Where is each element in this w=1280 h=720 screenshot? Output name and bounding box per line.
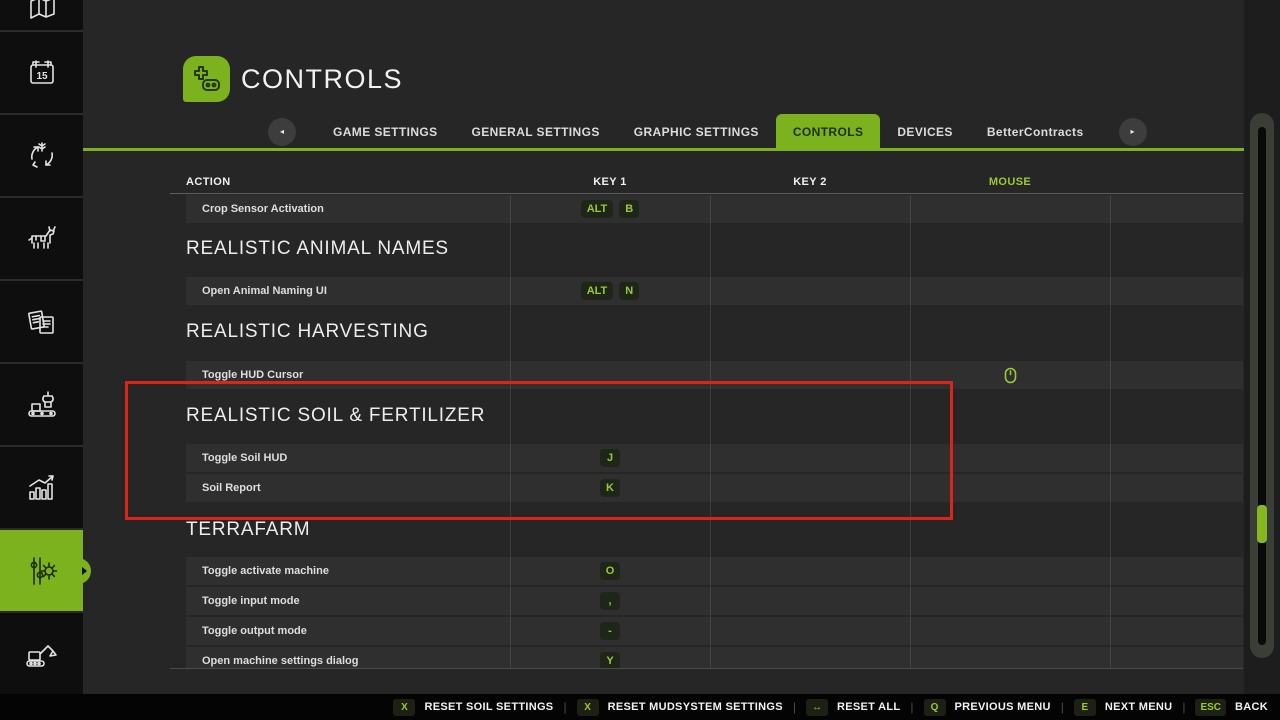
key-badge-x: X <box>577 699 599 716</box>
table-header: ACTION KEY 1 KEY 2 MOUSE <box>186 172 1243 192</box>
settings-icon <box>24 553 60 589</box>
tab-bettercontracts[interactable]: BetterContracts <box>970 114 1101 149</box>
column-header-key1: KEY 1 <box>510 176 710 188</box>
key-badge: - <box>600 622 620 640</box>
action-label: Toggle input mode <box>202 595 300 607</box>
reset-mudsystem-settings-button[interactable]: X RESET MUDSYSTEM SETTINGS <box>577 699 783 716</box>
table-row-crop-sensor-activation[interactable]: Crop Sensor Activation ALT B <box>186 195 1243 223</box>
production-icon <box>25 388 59 422</box>
column-header-mouse: MOUSE <box>910 176 1110 188</box>
sidebar-item-settings[interactable] <box>0 530 83 613</box>
action-label: Open Animal Naming UI <box>202 285 327 297</box>
sidebar-item-contracts[interactable] <box>0 281 83 364</box>
excavator-icon <box>24 637 60 671</box>
column-header-key2: KEY 2 <box>710 176 910 188</box>
chevron-right-icon: ▸ <box>1131 127 1135 136</box>
action-label: Toggle activate machine <box>202 565 329 577</box>
sidebar-item-calendar[interactable]: 15 <box>0 32 83 115</box>
crop-rotation-icon <box>25 139 59 173</box>
mouse-icon <box>1004 367 1017 384</box>
table-row-toggle-output-mode[interactable]: Toggle output mode - <box>186 617 1243 645</box>
key-badge: N <box>619 282 639 300</box>
tabs-next-button[interactable]: ▸ <box>1119 118 1147 146</box>
bottom-shortcut-bar: X RESET SOIL SETTINGS | X RESET MUDSYSTE… <box>0 694 1280 720</box>
scrollbar[interactable] <box>1250 113 1274 658</box>
previous-menu-button[interactable]: Q PREVIOUS MENU <box>924 699 1051 716</box>
tab-controls[interactable]: CONTROLS <box>776 114 881 149</box>
key-badge-reset-all: ↔ <box>806 699 828 716</box>
sidebar-item-statistics[interactable] <box>0 447 83 530</box>
table-row-toggle-input-mode[interactable]: Toggle input mode , <box>186 587 1243 615</box>
calendar-icon: 15 <box>25 56 59 90</box>
header-separator <box>170 193 1243 194</box>
gamepad-icon <box>191 64 223 94</box>
active-item-notch <box>82 567 87 575</box>
section-title-realistic-animal-names: REALISTIC ANIMAL NAMES <box>186 236 449 262</box>
separator: | <box>793 700 796 714</box>
separator: | <box>1182 700 1185 714</box>
key-badge: ALT <box>581 200 614 218</box>
key-badge: , <box>600 592 620 610</box>
key-badge-esc: ESC <box>1195 699 1226 716</box>
controls-page-icon <box>183 56 230 102</box>
sidebar: 15 <box>0 0 83 694</box>
next-menu-button[interactable]: E NEXT MENU <box>1074 699 1172 716</box>
back-button[interactable]: ESC BACK <box>1195 699 1268 716</box>
key-badge-x: X <box>393 699 415 716</box>
chevron-left-icon: ◂ <box>280 127 284 136</box>
column-header-action: ACTION <box>186 176 510 188</box>
action-label: Toggle output mode <box>202 625 307 637</box>
viewport-bottom-separator <box>170 668 1243 669</box>
scrollbar-track[interactable] <box>1258 127 1266 645</box>
action-label: Toggle HUD Cursor <box>202 369 303 381</box>
section-title-terrafarm: TERRAFARM <box>186 517 310 543</box>
key-badge: ALT <box>581 282 614 300</box>
tab-devices[interactable]: DEVICES <box>880 114 969 149</box>
statistics-icon <box>25 471 59 505</box>
key-badge-q: Q <box>924 699 946 716</box>
key-badge: B <box>619 200 639 218</box>
sidebar-item-production[interactable] <box>0 364 83 447</box>
action-label: Crop Sensor Activation <box>202 203 324 215</box>
contracts-icon <box>25 305 59 339</box>
key-badge-e: E <box>1074 699 1096 716</box>
tabs-prev-button[interactable]: ◂ <box>268 118 296 146</box>
controls-settings-screen: 15 <box>0 0 1280 720</box>
sidebar-item-terraform[interactable] <box>0 613 83 696</box>
calendar-day-label: 15 <box>36 71 48 82</box>
separator: | <box>910 700 913 714</box>
sidebar-item-animals[interactable] <box>0 198 83 281</box>
separator: | <box>1061 700 1064 714</box>
tab-general-settings[interactable]: GENERAL SETTINGS <box>455 114 617 149</box>
tab-graphic-settings[interactable]: GRAPHIC SETTINGS <box>617 114 776 149</box>
reset-all-button[interactable]: ↔ RESET ALL <box>806 699 900 716</box>
map-icon <box>27 0 57 23</box>
key-badge: Y <box>600 652 620 668</box>
table-row-open-animal-naming-ui[interactable]: Open Animal Naming UI ALT N <box>186 277 1243 305</box>
table-row-open-machine-settings-dialog[interactable]: Open machine settings dialog Y <box>186 647 1243 668</box>
action-label: Open machine settings dialog <box>202 655 358 667</box>
reset-soil-settings-button[interactable]: X RESET SOIL SETTINGS <box>393 699 553 716</box>
table-row-toggle-activate-machine[interactable]: Toggle activate machine O <box>186 557 1243 585</box>
sidebar-item-crop-rotation[interactable] <box>0 115 83 198</box>
key-badge: O <box>600 562 621 580</box>
section-title-realistic-harvesting: REALISTIC HARVESTING <box>186 319 429 345</box>
sidebar-item-map[interactable] <box>0 0 83 32</box>
highlight-rectangle <box>125 381 953 520</box>
page-title: CONTROLS <box>241 64 403 95</box>
tab-bar: ◂ GAME SETTINGS GENERAL SETTINGS GRAPHIC… <box>83 114 1244 149</box>
tab-game-settings[interactable]: GAME SETTINGS <box>316 114 455 149</box>
separator: | <box>563 700 566 714</box>
scrollbar-thumb[interactable] <box>1257 505 1267 543</box>
tab-underline <box>83 148 1244 151</box>
cow-icon <box>24 222 60 256</box>
